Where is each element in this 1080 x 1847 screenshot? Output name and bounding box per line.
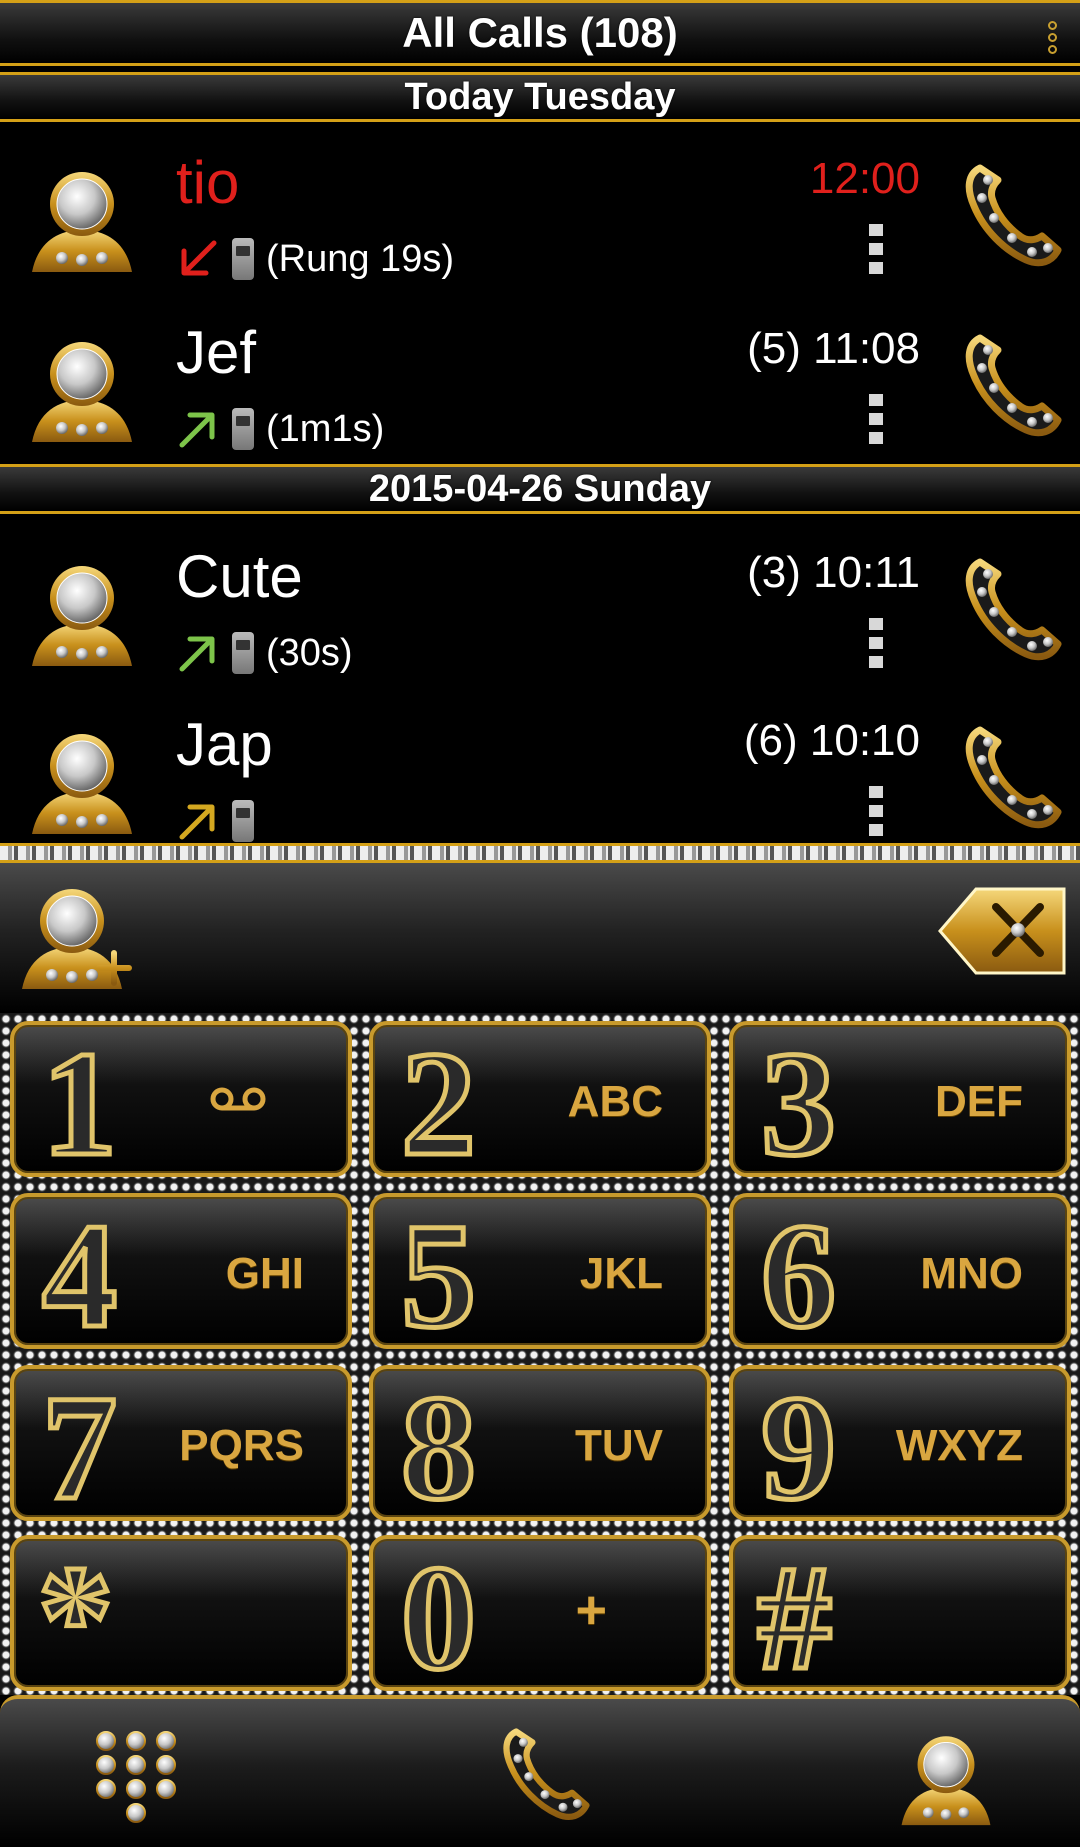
call-log-row[interactable]: Jef (5) 11:08 (1m1s) (0, 296, 1080, 466)
key-digit: 7 (40, 1365, 120, 1531)
contact-avatar-icon[interactable] (28, 334, 136, 444)
bottom-navigation-bar (0, 1695, 1080, 1847)
key-letters: TUV (575, 1421, 663, 1470)
key-letters: GHI (225, 1249, 304, 1298)
key-hash[interactable]: # (729, 1535, 1071, 1701)
key-5[interactable]: 5 JKL (369, 1193, 711, 1359)
key-star[interactable]: * (10, 1535, 352, 1701)
row-menu-icon[interactable] (869, 394, 883, 444)
mobile-phone-icon (232, 632, 254, 674)
overflow-menu-icon[interactable] (1048, 21, 1058, 54)
key-letters: JKL (579, 1249, 663, 1298)
caller-name: Jap (176, 711, 273, 778)
section-label: Today Tuesday (404, 75, 676, 118)
contacts-icon[interactable] (898, 1729, 994, 1827)
key-digit: 9 (759, 1365, 839, 1531)
section-label: 2015-04-26 Sunday (368, 467, 712, 510)
call-back-phone-icon[interactable] (962, 328, 1062, 440)
contact-avatar-icon[interactable] (28, 164, 136, 274)
page-title: All Calls (108) (402, 9, 678, 56)
number-input-bar[interactable] (0, 863, 1080, 1013)
caller-name: tio (176, 149, 240, 216)
backspace-icon[interactable] (936, 885, 1068, 977)
date-section-header: 2015-04-26 Sunday (0, 464, 1080, 514)
call-back-phone-icon[interactable] (962, 158, 1062, 270)
key-digit: * (36, 1535, 116, 1701)
mobile-phone-icon (232, 408, 254, 450)
key-0[interactable]: 0 + (369, 1535, 711, 1701)
key-letters: WXYZ (895, 1421, 1023, 1470)
dialpad-icon[interactable] (88, 1727, 184, 1827)
voicemail-icon (210, 1087, 266, 1111)
key-3[interactable]: 3 DEF (729, 1021, 1071, 1187)
call-back-phone-icon[interactable] (962, 552, 1062, 664)
date-section-header: Today Tuesday (0, 72, 1080, 122)
outgoing-call-arrow-icon (179, 804, 215, 840)
contact-avatar-icon[interactable] (28, 726, 136, 836)
outgoing-call-arrow-icon (179, 412, 215, 448)
phone-icon[interactable] (500, 1721, 590, 1825)
row-menu-icon[interactable] (869, 618, 883, 668)
key-digit: 5 (399, 1193, 479, 1359)
call-duration: (30s) (266, 631, 353, 674)
add-contact-icon[interactable] (18, 881, 138, 993)
key-8[interactable]: 8 TUV (369, 1365, 711, 1531)
call-log-row[interactable]: Cute (3) 10:11 (30s) (0, 520, 1080, 690)
missed-call-arrow-icon (181, 240, 217, 276)
key-digit: 4 (40, 1193, 120, 1359)
key-1[interactable]: 1 (10, 1021, 352, 1187)
caller-name: Cute (176, 543, 303, 610)
call-details (176, 796, 266, 846)
key-2[interactable]: 2 ABC (369, 1021, 711, 1187)
key-letters: DEF (935, 1077, 1023, 1126)
call-details: (1m1s) (176, 404, 384, 454)
call-log-row[interactable]: tio 12:00 (Rung 19s) (0, 126, 1080, 296)
call-back-phone-icon[interactable] (962, 720, 1062, 832)
caller-name: Jef (176, 319, 257, 386)
call-duration: (Rung 19s) (266, 237, 454, 280)
key-6[interactable]: 6 MNO (729, 1193, 1071, 1359)
key-letters: MNO (920, 1249, 1023, 1298)
call-log-row[interactable]: Jap (6) 10:10 (0, 688, 1080, 858)
call-time: (5) 11:08 (747, 324, 920, 373)
decorative-divider (0, 843, 1080, 863)
contact-avatar-icon[interactable] (28, 558, 136, 668)
key-digit: 1 (40, 1021, 120, 1187)
mobile-phone-icon (232, 800, 254, 842)
key-digit: 6 (759, 1193, 839, 1359)
key-letters: + (575, 1580, 607, 1640)
key-digit: 3 (759, 1021, 839, 1187)
row-menu-icon[interactable] (869, 224, 883, 274)
row-menu-icon[interactable] (869, 786, 883, 836)
key-digit: 0 (399, 1535, 479, 1701)
key-digit: # (755, 1535, 835, 1701)
key-7[interactable]: 7 PQRS (10, 1365, 352, 1531)
key-digit: 2 (399, 1021, 479, 1187)
call-details: (30s) (176, 628, 353, 678)
key-digit: 8 (399, 1365, 479, 1531)
call-time: (3) 10:11 (747, 548, 920, 597)
key-letters: PQRS (179, 1421, 304, 1470)
key-9[interactable]: 9 WXYZ (729, 1365, 1071, 1531)
outgoing-call-arrow-icon (179, 636, 215, 672)
app-header: All Calls (108) (0, 0, 1080, 66)
call-duration: (1m1s) (266, 407, 385, 450)
call-details: (Rung 19s) (176, 234, 454, 284)
mobile-phone-icon (232, 238, 254, 280)
key-letters: ABC (567, 1077, 663, 1126)
key-4[interactable]: 4 GHI (10, 1193, 352, 1359)
call-time: 12:00 (809, 154, 920, 203)
dialpad: 1 2 ABC 3 DEF 4 GHI 5 JKL 6 MNO 7 PQRS 8… (0, 1013, 1080, 1701)
call-time: (6) 10:10 (743, 716, 920, 765)
